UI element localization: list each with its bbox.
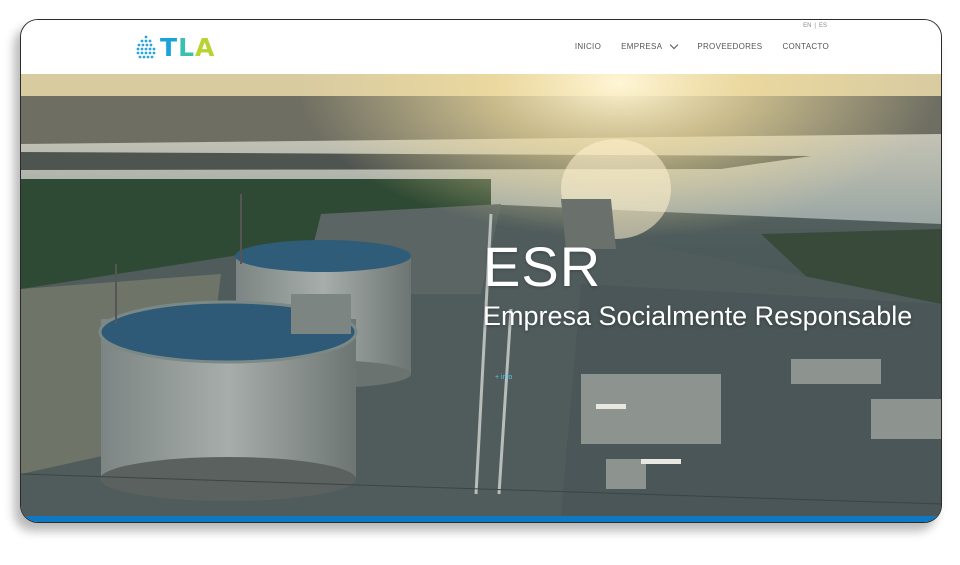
hero-banner: ESR Empresa Socialmente Responsable + in… — [21, 74, 941, 516]
lang-separator: | — [814, 23, 816, 29]
hero-subtitle: Empresa Socialmente Responsable — [483, 301, 913, 331]
logo-mark-icon — [136, 35, 156, 59]
nav-empresa[interactable]: EMPRESA — [621, 40, 679, 51]
nav-inicio[interactable]: INICIO — [575, 42, 601, 51]
hero-more-info-link[interactable]: + info — [495, 374, 512, 381]
nav-contacto[interactable]: CONTACTO — [782, 42, 829, 51]
site-logo[interactable]: TLA — [135, 33, 215, 63]
lang-es[interactable]: ES — [819, 23, 827, 29]
nav-inicio-label: INICIO — [574, 42, 602, 51]
site-header: TLA EN | ES INICIO EMPRESA PROVEEDORES C… — [21, 20, 941, 74]
chevron-down-icon — [670, 40, 679, 50]
lang-en[interactable]: EN — [803, 23, 811, 29]
language-switcher: EN | ES — [803, 23, 827, 29]
nav-contacto-label: CONTACTO — [782, 42, 829, 51]
nav-empresa-label: EMPRESA — [621, 42, 663, 51]
browser-frame: TLA EN | ES INICIO EMPRESA PROVEEDORES C… — [20, 19, 942, 523]
nav-proveedores[interactable]: PROVEEDORES — [697, 42, 762, 51]
nav-proveedores-label: PROVEEDORES — [697, 42, 763, 51]
hero-title: ESR — [483, 235, 602, 298]
logo-wordmark: TLA — [160, 33, 216, 62]
main-nav: INICIO EMPRESA PROVEEDORES CONTACTO — [575, 40, 829, 51]
hero-background-image — [21, 74, 941, 516]
hero-bottom-accent-bar — [21, 516, 941, 522]
